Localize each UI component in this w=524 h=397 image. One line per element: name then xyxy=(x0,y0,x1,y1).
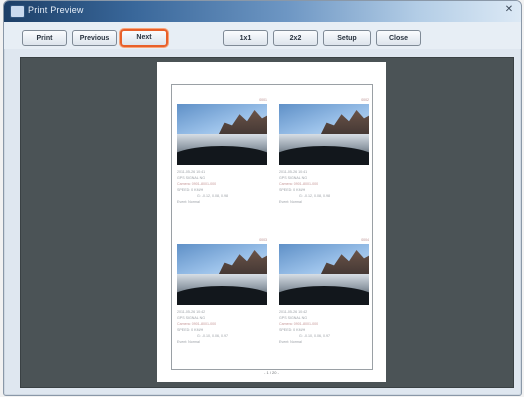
card-line: Camera: 0901-8001-000 xyxy=(177,322,217,326)
page-number: - 1 / 20 - xyxy=(264,370,279,375)
title-bar[interactable]: Print Preview ✕ xyxy=(4,1,521,22)
card-line: 2011-05-26 10:42 xyxy=(279,310,308,314)
card-line: G: -0.12, 0.08, 0.98 xyxy=(299,194,330,198)
camera-image xyxy=(177,104,267,165)
preview-page: 0001 2011-05-26 10:41 GPS SIGNAL NG Came… xyxy=(157,62,386,382)
card-line: Camera: 0901-8001-000 xyxy=(177,182,217,186)
card-line: Event: Normal xyxy=(279,200,302,204)
layout-1x1-button[interactable]: 1x1 xyxy=(223,30,268,46)
setup-button[interactable]: Setup xyxy=(323,30,371,46)
card-line: 2011-05-26 10:41 xyxy=(177,170,206,174)
card-line: Event: Normal xyxy=(177,200,200,204)
card-line: SPEED: 0 KM/H xyxy=(177,188,204,192)
card-line: GPS SIGNAL NG xyxy=(279,176,308,180)
window-title: Print Preview xyxy=(28,5,84,15)
camera-image xyxy=(279,104,369,165)
camera-image xyxy=(177,244,267,305)
print-button[interactable]: Print xyxy=(22,30,67,46)
card-line: SPEED: 0 KM/H xyxy=(279,188,306,192)
card-line: SPEED: 0 KM/H xyxy=(279,328,306,332)
card-line: Camera: 0901-8001-000 xyxy=(279,182,319,186)
card-line: 2011-05-26 10:42 xyxy=(177,310,206,314)
previous-button[interactable]: Previous xyxy=(72,30,117,46)
print-preview-window: Print Preview ✕ Print Previous Next 1x1 … xyxy=(3,0,522,396)
card-line: Event: Normal xyxy=(177,340,200,344)
card-line: GPS SIGNAL NG xyxy=(177,316,206,320)
window-close-icon[interactable]: ✕ xyxy=(503,4,515,16)
layout-2x2-button[interactable]: 2x2 xyxy=(273,30,318,46)
card-tag: 0001 xyxy=(259,98,267,102)
card-tag: 0002 xyxy=(361,98,369,102)
card-line: GPS SIGNAL NG xyxy=(177,176,206,180)
camera-image xyxy=(279,244,369,305)
card-tag: 0004 xyxy=(361,238,369,242)
card-line: GPS SIGNAL NG xyxy=(279,316,308,320)
card-tag: 0003 xyxy=(259,238,267,242)
card-line: G: -0.10, 0.06, 0.97 xyxy=(299,334,330,338)
card-line: G: -0.10, 0.06, 0.97 xyxy=(197,334,228,338)
card-line: SPEED: 0 KM/H xyxy=(177,328,204,332)
card-line: Event: Normal xyxy=(279,340,302,344)
card-line: G: -0.12, 0.08, 0.98 xyxy=(197,194,228,198)
preview-area[interactable]: 0001 2011-05-26 10:41 GPS SIGNAL NG Came… xyxy=(20,57,514,388)
toolbar: Print Previous Next 1x1 2x2 Setup Close xyxy=(4,22,521,49)
app-icon xyxy=(10,5,25,18)
close-button[interactable]: Close xyxy=(376,30,421,46)
next-button[interactable]: Next xyxy=(120,29,168,47)
card-line: 2011-05-26 10:41 xyxy=(279,170,308,174)
card-line: Camera: 0901-8001-000 xyxy=(279,322,319,326)
